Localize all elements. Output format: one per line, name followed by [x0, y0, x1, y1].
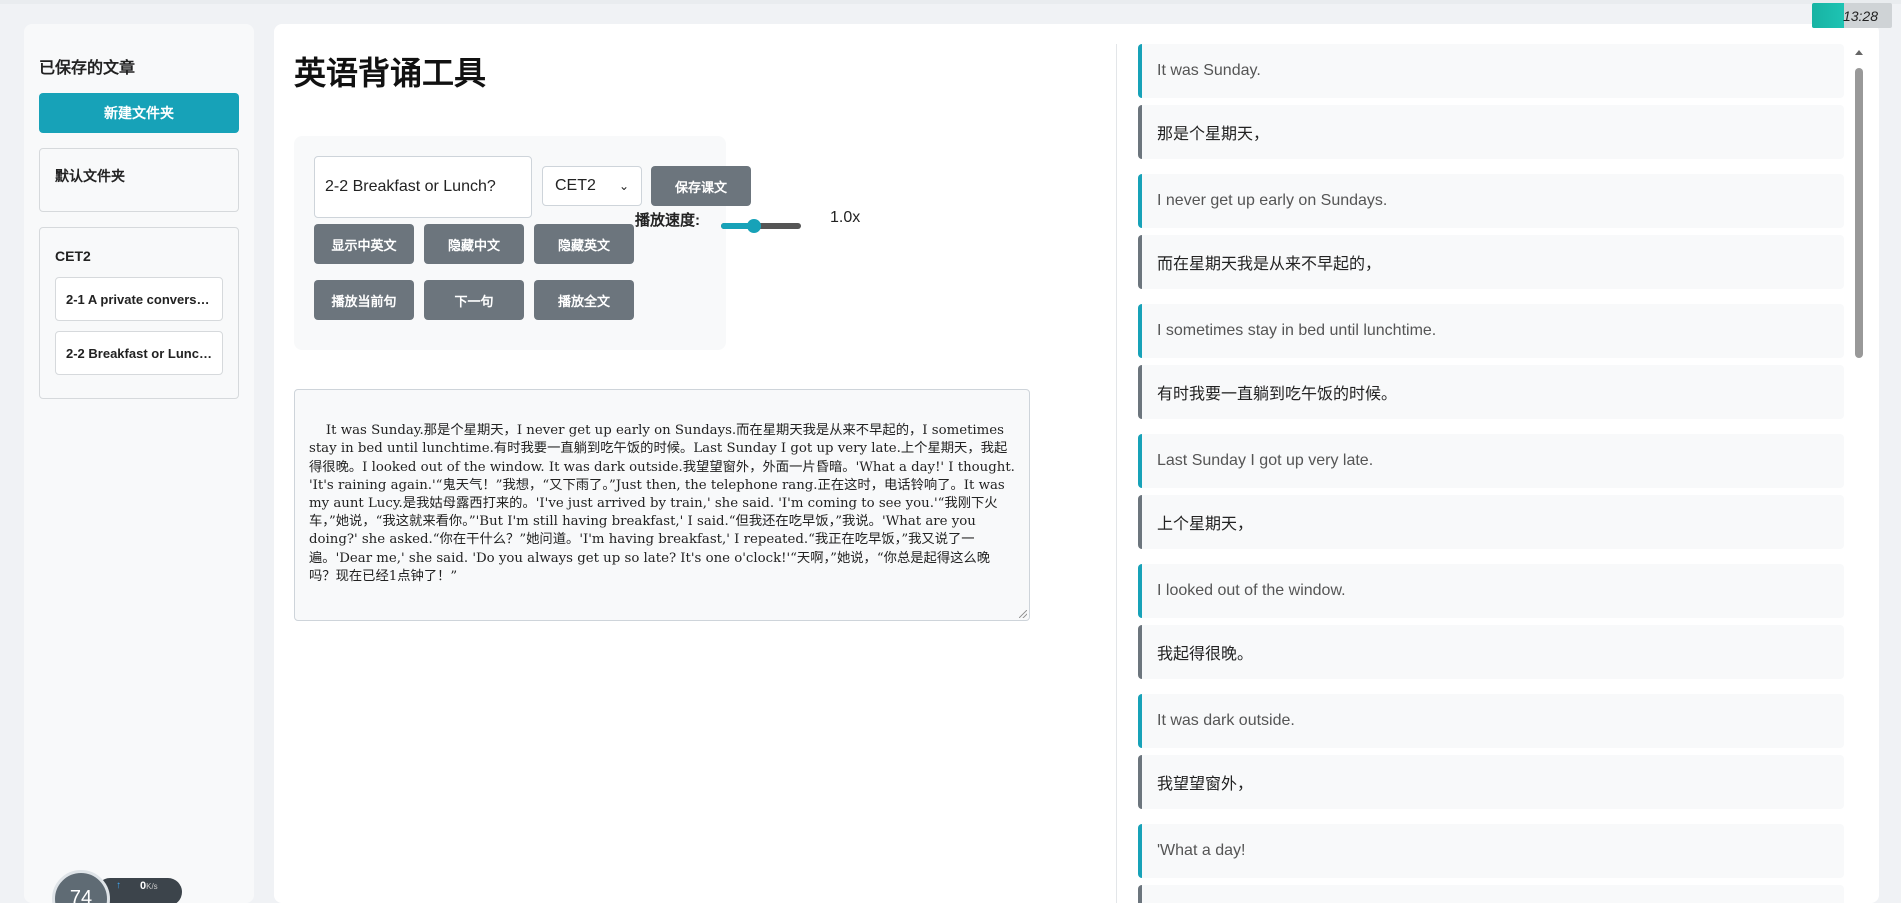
folder-name: CET2	[55, 248, 91, 264]
sentence-english[interactable]: It was Sunday.	[1138, 44, 1844, 98]
sentence-english[interactable]: I never get up early on Sundays.	[1138, 174, 1844, 228]
speed-value: 1.0x	[830, 209, 861, 226]
article-text-area[interactable]: It was Sunday.那是个星期天，I never get up earl…	[294, 389, 1030, 621]
page-title: 英语背诵工具	[294, 55, 487, 91]
article-item[interactable]: 2-1 A private conversation	[55, 277, 223, 321]
sentence-english[interactable]: Last Sunday I got up very late.	[1138, 434, 1844, 488]
sidebar-heading: 已保存的文章	[39, 60, 136, 77]
sentence-english[interactable]: 'What a day!	[1138, 824, 1844, 878]
sentence-chinese[interactable]: 我望望窗外，	[1138, 755, 1844, 809]
cpu-gauge: 74	[52, 870, 110, 903]
hide-chinese-button[interactable]: 隐藏中文	[424, 224, 524, 264]
folder-select-value: CET2	[555, 177, 596, 194]
upload-arrow-icon: ↑	[116, 880, 121, 891]
folder-default[interactable]: 默认文件夹	[39, 148, 239, 212]
new-folder-button[interactable]: 新建文件夹	[39, 93, 239, 133]
sentence-chinese[interactable]	[1138, 885, 1844, 903]
cpu-percent: 74	[69, 887, 93, 903]
article-title-input[interactable]	[314, 156, 532, 218]
next-sentence-button[interactable]: 下一句	[424, 280, 524, 320]
sentence-chinese[interactable]: 那是个星期天，	[1138, 105, 1844, 159]
sentence-english[interactable]: I sometimes stay in bed until lunchtime.	[1138, 304, 1844, 358]
sentence-chinese[interactable]: 上个星期天，	[1138, 495, 1844, 549]
article-text: It was Sunday.那是个星期天，I never get up earl…	[309, 423, 1020, 584]
sentence-english[interactable]: I looked out of the window.	[1138, 564, 1844, 618]
sentence-list: It was Sunday. 那是个星期天， I never get up earl…	[1138, 44, 1854, 903]
sentence-chinese[interactable]: 我起得很晚。	[1138, 625, 1844, 679]
article-item[interactable]: 2-2 Breakfast or Lunch?	[55, 331, 223, 375]
play-all-button[interactable]: 播放全文	[534, 280, 634, 320]
sentence-english[interactable]: It was dark outside.	[1138, 694, 1844, 748]
sentence-list-scrollbar[interactable]	[1854, 44, 1864, 903]
show-both-button[interactable]: 显示中英文	[314, 224, 414, 264]
slider-thumb[interactable]	[747, 219, 762, 233]
folder-cet2[interactable]: CET2 2-1 A private conversation 2-2 Brea…	[39, 227, 239, 399]
column-divider	[1116, 44, 1117, 903]
play-current-button[interactable]: 播放当前句	[314, 280, 414, 320]
main-panel: 英语背诵工具 CET2 ⌄ 保存课文 显示中英文 隐藏中文 隐藏英文 播放当前句…	[274, 24, 1879, 903]
network-monitor-widget[interactable]: 74 ↑ 0K/s	[50, 868, 190, 903]
hide-english-button[interactable]: 隐藏英文	[534, 224, 634, 264]
network-rate-unit: K/s	[146, 882, 158, 891]
save-article-button[interactable]: 保存课文	[651, 166, 751, 206]
sentence-chinese[interactable]: 有时我要一直躺到吃午饭的时候。	[1138, 365, 1844, 419]
resize-grip-icon[interactable]	[1019, 610, 1027, 618]
clock-time: 13:28	[1842, 7, 1878, 24]
speed-label: 播放速度:	[635, 212, 700, 229]
folder-select[interactable]: CET2 ⌄	[542, 166, 642, 206]
system-clock: 13:28	[1812, 3, 1892, 28]
window-top-edge	[0, 0, 1901, 4]
chevron-down-icon: ⌄	[618, 179, 629, 193]
saved-articles-sidebar: 已保存的文章 新建文件夹 默认文件夹 CET2 2-1 A private co…	[24, 24, 254, 903]
sentence-chinese[interactable]: 而在星期天我是从来不早起的，	[1138, 235, 1844, 289]
network-rate: 0K/s	[140, 880, 158, 892]
folder-name: 默认文件夹	[55, 168, 125, 184]
scrollbar-thumb[interactable]	[1855, 68, 1863, 358]
controls-panel: CET2 ⌄ 保存课文 显示中英文 隐藏中文 隐藏英文 播放当前句 下一句 播放…	[294, 136, 751, 350]
scroll-up-arrow-icon[interactable]	[1855, 50, 1863, 55]
speed-slider[interactable]	[721, 214, 801, 238]
